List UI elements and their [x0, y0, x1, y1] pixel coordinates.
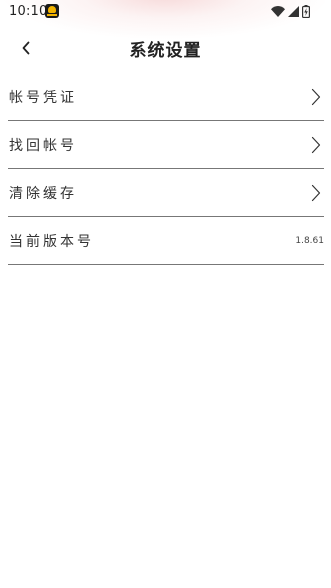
settings-item-current-version: 当前版本号 1.8.61	[8, 217, 324, 265]
wifi-icon	[271, 6, 285, 17]
settings-item-recover-account[interactable]: 找回帐号	[8, 121, 324, 169]
settings-item-label: 找回帐号	[9, 137, 77, 154]
status-time: 10:10	[9, 4, 48, 19]
cell-signal-icon	[288, 6, 299, 17]
settings-item-label: 当前版本号	[9, 233, 94, 250]
app-notification-icon	[45, 4, 59, 18]
chevron-right-icon	[311, 184, 321, 201]
settings-item-account-credentials[interactable]: 帐号凭证	[8, 73, 324, 121]
battery-charging-icon	[302, 5, 310, 18]
settings-list: 帐号凭证 找回帐号 清除缓存 当前版本号 1.8.61	[8, 73, 324, 265]
chevron-right-icon	[311, 88, 321, 105]
settings-item-clear-cache[interactable]: 清除缓存	[8, 169, 324, 217]
page-title: 系统设置	[129, 41, 202, 61]
chevron-right-icon	[311, 136, 321, 153]
settings-item-label: 帐号凭证	[9, 89, 77, 106]
status-bar: 10:10	[0, 0, 331, 24]
status-icons	[271, 5, 310, 18]
version-number: 1.8.61	[295, 235, 324, 246]
navigation-bar: 系统设置	[0, 30, 331, 66]
settings-item-label: 清除缓存	[9, 185, 77, 202]
